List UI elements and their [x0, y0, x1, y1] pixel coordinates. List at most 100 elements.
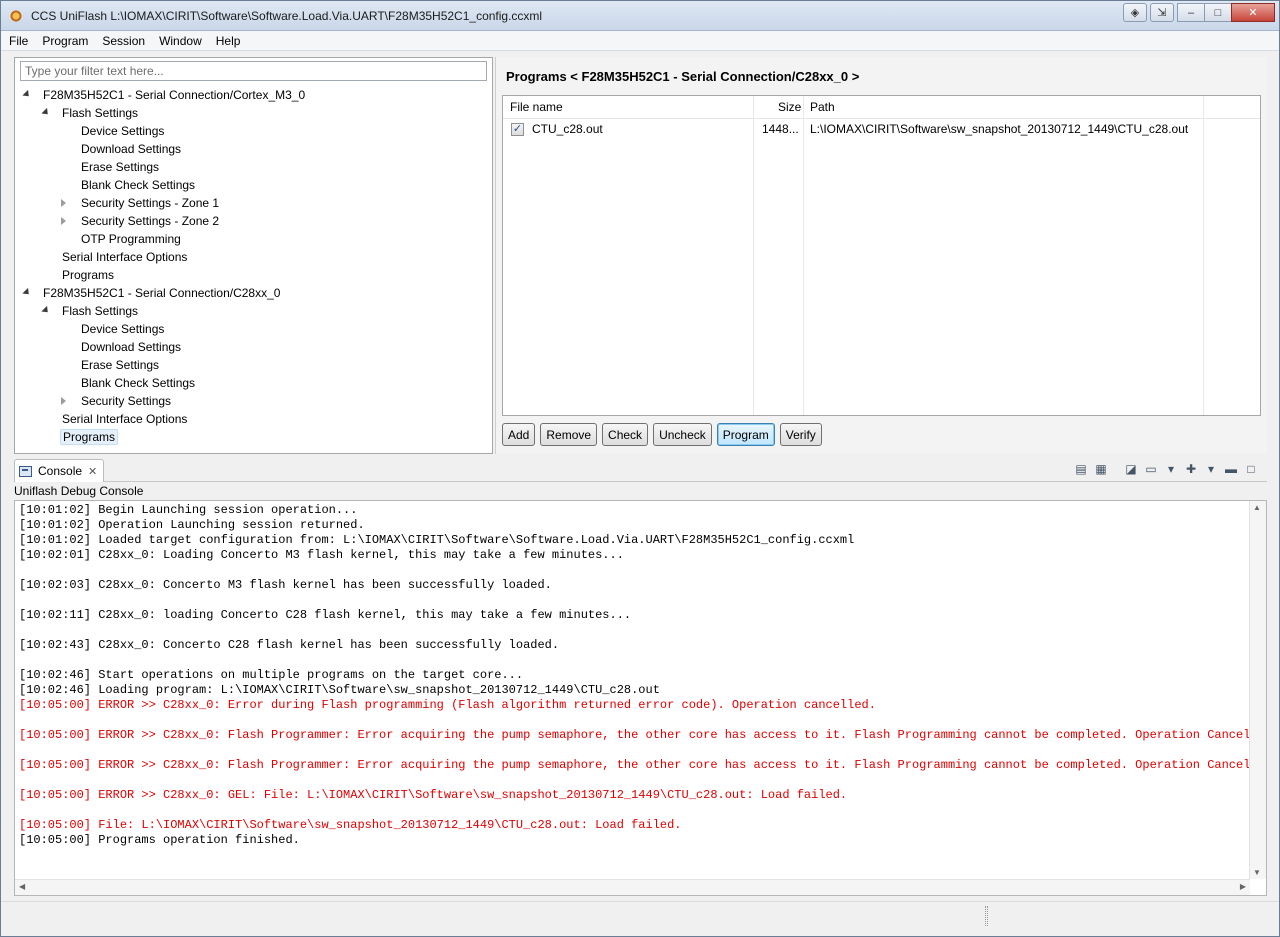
console-line: [10:05:00] File: L:\IOMAX\CIRIT\Software…	[19, 818, 682, 832]
maximize-icon[interactable]: □	[1243, 461, 1259, 477]
programs-table-header: File name Size Path	[503, 96, 1260, 119]
chevron-down-icon[interactable]: ▾	[1203, 461, 1219, 477]
remove-button[interactable]: Remove	[540, 423, 598, 446]
console-line: [10:02:46] Loading program: L:\IOMAX\CIR…	[19, 683, 660, 697]
title-bar[interactable]: CCS UniFlash L:\IOMAX\CIRIT\Software\Sof…	[1, 1, 1279, 31]
tree-item-label: Programs	[62, 268, 115, 282]
expand-closed-icon[interactable]	[61, 216, 71, 226]
tree-item[interactable]: Download Settings	[61, 338, 183, 356]
status-bar	[1, 901, 1279, 936]
column-file-name[interactable]: File name	[510, 100, 563, 114]
console-text[interactable]: [10:01:02] Begin Launching session opera…	[19, 503, 1249, 881]
program-button[interactable]: Program	[716, 423, 775, 446]
tree-item-label: Download Settings	[81, 142, 182, 156]
tree-item-label: Device Settings	[81, 124, 165, 138]
tree-item-label: Flash Settings	[62, 106, 139, 120]
expand-open-icon[interactable]	[41, 305, 52, 316]
tree-item[interactable]: Security Settings	[61, 392, 173, 410]
tree-item-label: Serial Interface Options	[62, 250, 188, 264]
horizontal-scrollbar[interactable]: ◀ ▶	[15, 879, 1250, 895]
maximize-button[interactable]: □	[1204, 3, 1232, 22]
window-controls: ◈ ⇲ – □ ✕	[1123, 3, 1275, 22]
pin-console-icon[interactable]: ◪	[1123, 461, 1139, 477]
check-button[interactable]: Check	[602, 423, 649, 446]
console-output[interactable]: [10:01:02] Begin Launching session opera…	[14, 500, 1267, 896]
chevron-down-icon[interactable]: ▾	[1163, 461, 1179, 477]
filter-input[interactable]	[20, 61, 487, 81]
column-divider	[1203, 96, 1204, 415]
console-line: [10:05:00] ERROR >> C28xx_0: GEL: File: …	[19, 788, 848, 802]
tree-item[interactable]: Security Settings - Zone 2	[61, 212, 221, 230]
expand-closed-icon[interactable]	[61, 198, 71, 208]
tree-item[interactable]: Blank Check Settings	[61, 176, 197, 194]
tree-item[interactable]: Erase Settings	[61, 356, 161, 374]
tree-item[interactable]: Flash Settings	[41, 104, 140, 122]
console-line: [10:05:00] ERROR >> C28xx_0: Flash Progr…	[19, 758, 1249, 772]
scroll-left-icon[interactable]: ◀	[19, 882, 25, 891]
open-console-icon[interactable]: ✚	[1183, 461, 1199, 477]
tree-item-label: Erase Settings	[81, 160, 160, 174]
tree-item[interactable]: Programs	[42, 266, 116, 284]
close-icon[interactable]: ✕	[88, 465, 97, 478]
menu-window[interactable]: Window	[159, 34, 202, 48]
close-button[interactable]: ✕	[1231, 3, 1275, 22]
scroll-up-icon[interactable]: ▲	[1253, 503, 1261, 512]
programs-panel: Programs < F28M35H52C1 - Serial Connecti…	[495, 57, 1267, 454]
program-file-name: CTU_c28.out	[532, 122, 603, 136]
tree-item-label: Security Settings	[81, 394, 172, 408]
menu-session[interactable]: Session	[102, 34, 145, 48]
status-separator	[985, 906, 988, 926]
add-button[interactable]: Add	[502, 423, 536, 446]
tree-item[interactable]: Download Settings	[61, 140, 183, 158]
menu-file[interactable]: File	[9, 34, 28, 48]
tree-item[interactable]: F28M35H52C1 - Serial Connection/C28xx_0	[22, 284, 282, 302]
program-checkbox[interactable]: ✓	[511, 123, 524, 136]
restore-to-tray-icon[interactable]: ⇲	[1150, 3, 1174, 22]
menu-program[interactable]: Program	[42, 34, 88, 48]
clear-console-icon[interactable]: ▤	[1073, 461, 1089, 477]
minimize-icon[interactable]: ▬	[1223, 461, 1239, 477]
table-row[interactable]: ✓ CTU_c28.out 1448... L:\IOMAX\CIRIT\Sof…	[503, 119, 1260, 139]
tree-item[interactable]: Device Settings	[61, 320, 166, 338]
tab-console[interactable]: Console ✕	[14, 459, 104, 482]
column-size[interactable]: Size	[778, 100, 801, 114]
tree-item[interactable]: Security Settings - Zone 1	[61, 194, 221, 212]
programs-table: File name Size Path ✓ CTU_c28.out 1448..…	[502, 95, 1261, 416]
scroll-down-icon[interactable]: ▼	[1253, 868, 1261, 877]
expand-open-icon[interactable]	[41, 107, 52, 118]
extra-window-icon[interactable]: ◈	[1123, 3, 1147, 22]
console-line: [10:05:00] ERROR >> C28xx_0: Error durin…	[19, 698, 876, 712]
minimize-button[interactable]: –	[1177, 3, 1205, 22]
uncheck-button[interactable]: Uncheck	[653, 423, 712, 446]
console-line: [10:01:02] Operation Launching session r…	[19, 518, 365, 532]
display-console-icon[interactable]: ▭	[1143, 461, 1159, 477]
menu-help[interactable]: Help	[216, 34, 241, 48]
tree-item[interactable]: Serial Interface Options	[42, 410, 189, 428]
tree-item[interactable]: Serial Interface Options	[42, 248, 189, 266]
expand-open-icon[interactable]	[22, 89, 33, 100]
uniflash-window: CCS UniFlash L:\IOMAX\CIRIT\Software\Sof…	[0, 0, 1280, 937]
vertical-scrollbar[interactable]: ▲ ▼	[1249, 501, 1266, 879]
expand-closed-icon[interactable]	[61, 396, 71, 406]
scroll-right-icon[interactable]: ▶	[1240, 882, 1246, 891]
tree-item[interactable]: Flash Settings	[41, 302, 140, 320]
tree-item[interactable]: OTP Programming	[61, 230, 183, 248]
tree-item[interactable]: Blank Check Settings	[61, 374, 197, 392]
tree-item[interactable]: F28M35H52C1 - Serial Connection/Cortex_M…	[22, 86, 307, 104]
verify-button[interactable]: Verify	[779, 423, 822, 446]
scroll-lock-icon[interactable]: ▦	[1093, 461, 1109, 477]
expand-open-icon[interactable]	[22, 287, 33, 298]
tree-item[interactable]: Device Settings	[61, 122, 166, 140]
toolbar-separator	[1113, 461, 1119, 477]
column-path[interactable]: Path	[810, 100, 835, 114]
tree-item-label: F28M35H52C1 - Serial Connection/Cortex_M…	[43, 88, 306, 102]
tree-item[interactable]: Erase Settings	[61, 158, 161, 176]
tree-item[interactable]: Programs	[42, 428, 119, 446]
